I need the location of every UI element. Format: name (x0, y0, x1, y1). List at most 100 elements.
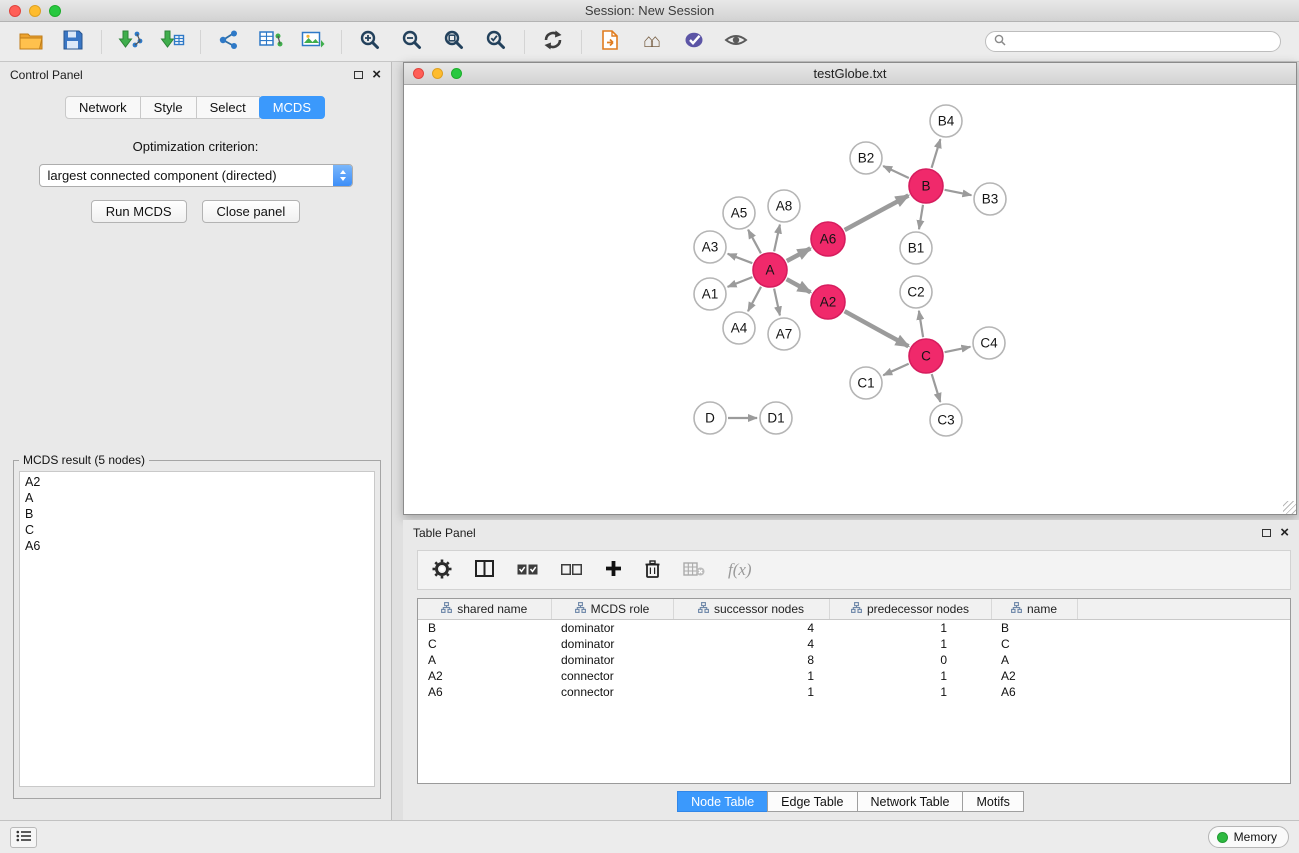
table-settings-button[interactable] (432, 559, 452, 582)
graph-edge[interactable] (932, 374, 941, 402)
graph-node[interactable]: A5 (723, 197, 755, 229)
table-cell[interactable]: 1 (829, 636, 991, 652)
graph-edge[interactable] (883, 166, 909, 178)
table-cell[interactable]: B (991, 619, 1077, 636)
graph-node[interactable]: D (694, 402, 726, 434)
table-cell[interactable]: 0 (829, 652, 991, 668)
search-field[interactable] (985, 31, 1281, 52)
show-columns-button[interactable] (475, 560, 494, 580)
table-cell[interactable]: A (991, 652, 1077, 668)
graph-edge[interactable] (728, 277, 753, 287)
zoom-out-button[interactable] (391, 26, 433, 58)
mcds-result-item[interactable]: C (25, 522, 369, 538)
mcds-result-item[interactable]: B (25, 506, 369, 522)
graph-node[interactable]: A4 (723, 312, 755, 344)
table-cell[interactable]: 4 (673, 619, 829, 636)
mcds-result-item[interactable]: A2 (25, 474, 369, 490)
save-session-button[interactable] (52, 26, 94, 58)
open-session-button[interactable] (10, 26, 52, 58)
column-header[interactable]: successor nodes (673, 599, 829, 619)
table-row[interactable]: A6connector11A6 (418, 684, 1290, 700)
column-header[interactable]: name (991, 599, 1077, 619)
mcds-result-item[interactable]: A6 (25, 538, 369, 554)
float-panel-icon[interactable] (1262, 529, 1271, 537)
table-cell[interactable]: A6 (991, 684, 1077, 700)
graph-edge[interactable] (945, 190, 972, 195)
tab-motifs[interactable]: Motifs (962, 791, 1023, 812)
table-cell[interactable]: 1 (673, 668, 829, 684)
table-row[interactable]: Adominator80A (418, 652, 1290, 668)
graph-edge[interactable] (787, 248, 811, 261)
column-header[interactable]: predecessor nodes (829, 599, 991, 619)
table-cell[interactable]: connector (551, 684, 673, 700)
float-panel-icon[interactable] (354, 71, 363, 79)
table-cell[interactable]: connector (551, 668, 673, 684)
export-image-button[interactable] (292, 26, 334, 58)
graph-node[interactable]: C1 (850, 367, 882, 399)
table-row[interactable]: Bdominator41B (418, 619, 1290, 636)
graph-edge[interactable] (728, 254, 753, 263)
task-history-button[interactable] (10, 827, 37, 848)
function-builder-button[interactable]: f(x) (728, 560, 752, 580)
zoom-in-button[interactable] (349, 26, 391, 58)
graph-edge[interactable] (845, 311, 909, 346)
tab-edge-table[interactable]: Edge Table (767, 791, 857, 812)
table-cell[interactable]: 1 (829, 668, 991, 684)
export-network-button[interactable] (589, 26, 631, 58)
new-network-button[interactable] (208, 26, 250, 58)
graph-node[interactable]: C2 (900, 276, 932, 308)
table-cell[interactable]: 1 (673, 684, 829, 700)
graph-node[interactable]: A8 (768, 190, 800, 222)
table-cell[interactable]: 8 (673, 652, 829, 668)
resize-grip[interactable] (1283, 501, 1296, 514)
graph-node[interactable]: A7 (768, 318, 800, 350)
import-table-button[interactable] (151, 26, 193, 58)
graph-node[interactable]: C4 (973, 327, 1005, 359)
graph-node[interactable]: A1 (694, 278, 726, 310)
table-cell[interactable]: C (991, 636, 1077, 652)
new-table-button[interactable] (250, 26, 292, 58)
graph-edge[interactable] (883, 364, 908, 375)
graph-edge[interactable] (945, 347, 971, 352)
table-row[interactable]: A2connector11A2 (418, 668, 1290, 684)
memory-button[interactable]: Memory (1208, 826, 1289, 848)
graph-edge[interactable] (932, 139, 941, 168)
deselect-all-button[interactable] (561, 563, 582, 578)
table-cell[interactable]: dominator (551, 636, 673, 652)
zoom-fit-button[interactable] (433, 26, 475, 58)
close-panel-button[interactable]: Close panel (202, 200, 301, 223)
table-cell[interactable]: dominator (551, 652, 673, 668)
graph-node[interactable]: D1 (760, 402, 792, 434)
search-input[interactable] (1011, 35, 1272, 49)
graph-edge[interactable] (774, 225, 780, 252)
table-cell[interactable]: dominator (551, 619, 673, 636)
graph-edge[interactable] (748, 230, 761, 254)
column-header[interactable]: MCDS role (551, 599, 673, 619)
graph-node[interactable]: B4 (930, 105, 962, 137)
import-network-button[interactable] (109, 26, 151, 58)
optimization-criterion-select[interactable]: largest connected component (directed) (39, 164, 353, 187)
table-cell[interactable]: A (418, 652, 551, 668)
graph-node[interactable]: B1 (900, 232, 932, 264)
graph-edge[interactable] (919, 205, 923, 229)
graph-edge[interactable] (919, 311, 923, 337)
tab-mcds[interactable]: MCDS (259, 96, 325, 119)
graph-edge[interactable] (774, 289, 780, 316)
table-cell[interactable]: B (418, 619, 551, 636)
graph-node[interactable]: A3 (694, 231, 726, 263)
table-cell[interactable]: A6 (418, 684, 551, 700)
show-hide-button[interactable] (715, 26, 757, 58)
zoom-selected-button[interactable] (475, 26, 517, 58)
validate-button[interactable] (673, 26, 715, 58)
graph-edge[interactable] (845, 196, 909, 231)
tab-network[interactable]: Network (65, 96, 141, 119)
apply-layout-button[interactable] (532, 26, 574, 58)
close-panel-icon[interactable]: × (1280, 528, 1289, 538)
tab-style[interactable]: Style (140, 96, 197, 119)
select-all-button[interactable] (517, 563, 538, 578)
graph-node[interactable]: A2 (811, 285, 845, 319)
table-cell[interactable]: C (418, 636, 551, 652)
tab-network-table[interactable]: Network Table (857, 791, 964, 812)
close-panel-icon[interactable]: × (372, 70, 381, 80)
clear-table-button[interactable] (683, 562, 705, 579)
